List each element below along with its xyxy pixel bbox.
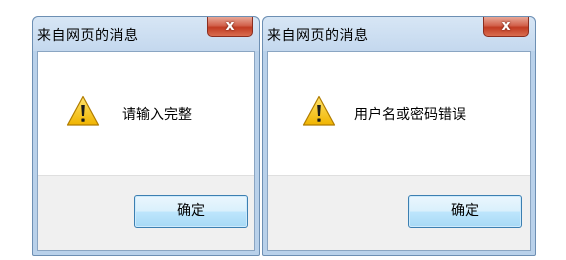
close-button[interactable]: x <box>483 17 529 37</box>
close-icon: x <box>501 18 511 34</box>
close-button[interactable]: x <box>207 17 253 37</box>
dialog-title: 来自网页的消息 <box>37 28 139 44</box>
dialog-body: 用户名或密码错误 确定 <box>267 51 531 251</box>
screenshot-stage: 来自网页的消息 x 请输入完整 确定 来自网页的消息 x 用户名或密码错误 确定 <box>0 0 566 260</box>
dialog-message: 用户名或密码错误 <box>354 107 466 123</box>
dialog-footer: 确定 <box>268 175 530 250</box>
close-icon: x <box>225 18 235 34</box>
warning-icon <box>302 95 336 126</box>
alert-dialog-incomplete: 来自网页的消息 x 请输入完整 确定 <box>32 16 260 256</box>
dialog-titlebar[interactable]: 来自网页的消息 x <box>33 17 259 51</box>
dialog-message: 请输入完整 <box>122 107 192 123</box>
ok-button[interactable]: 确定 <box>408 195 522 228</box>
dialog-content: 用户名或密码错误 <box>268 52 530 175</box>
dialog-title: 来自网页的消息 <box>267 28 369 44</box>
dialog-body: 请输入完整 确定 <box>37 51 255 251</box>
alert-dialog-login-error: 来自网页的消息 x 用户名或密码错误 确定 <box>262 16 536 256</box>
dialog-content: 请输入完整 <box>38 52 254 175</box>
ok-button[interactable]: 确定 <box>134 195 248 228</box>
dialog-titlebar[interactable]: 来自网页的消息 x <box>263 17 535 51</box>
warning-icon <box>66 95 100 126</box>
dialog-footer: 确定 <box>38 175 254 250</box>
